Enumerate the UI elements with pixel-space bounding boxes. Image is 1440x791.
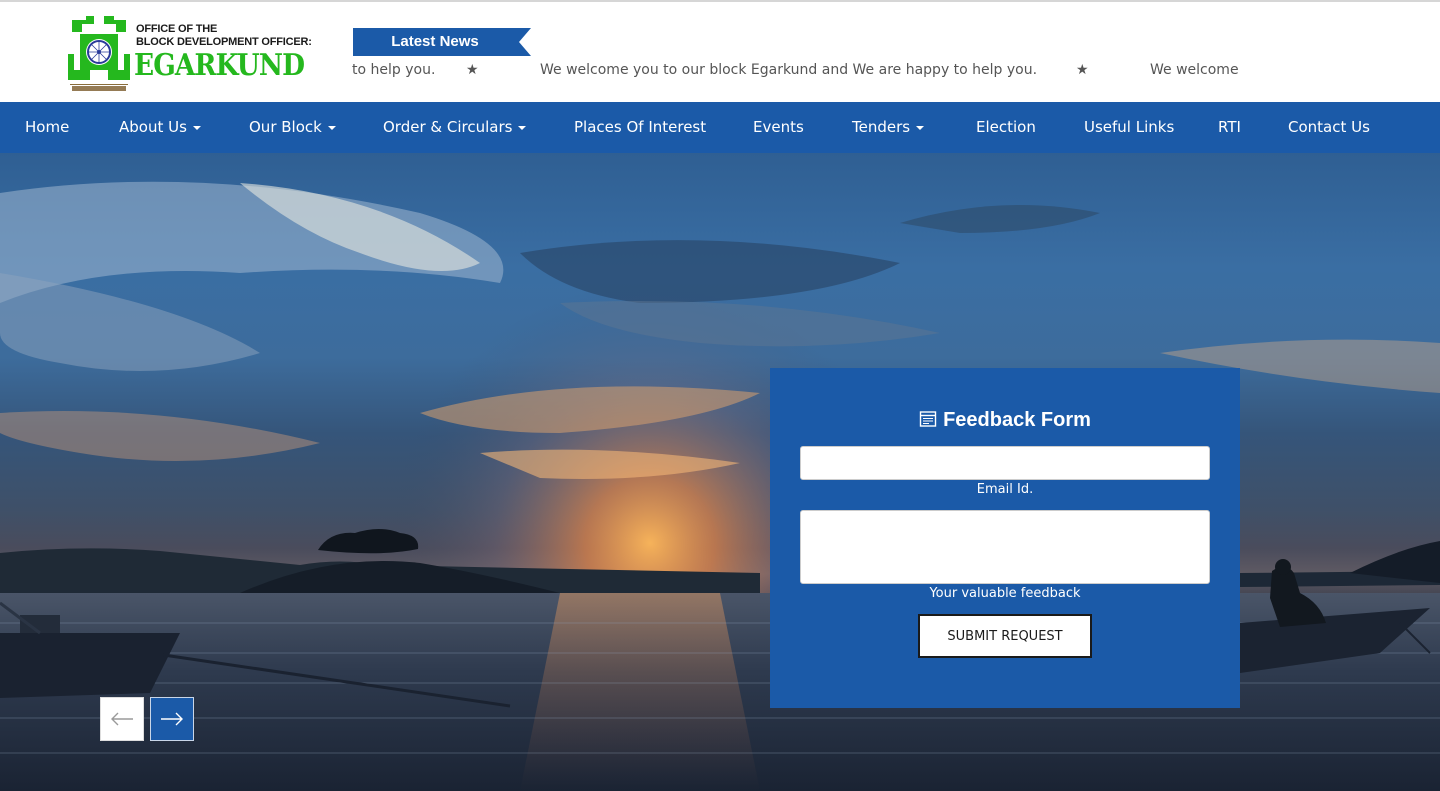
nav-tenders-label: Tenders	[852, 118, 911, 136]
caret-down-icon	[518, 125, 527, 130]
nav-rti[interactable]: RTI	[1218, 102, 1241, 153]
nav-rti-label: RTI	[1218, 118, 1241, 136]
nav-tenders[interactable]: Tenders	[852, 102, 925, 153]
nav-order-circulars-label: Order & Circulars	[383, 118, 513, 136]
nav-events[interactable]: Events	[753, 102, 804, 153]
nav-events-label: Events	[753, 118, 804, 136]
arrow-left-icon	[111, 712, 133, 726]
main-nav: Home About Us Our Block Order & Circular…	[0, 102, 1440, 153]
star-icon: ★	[466, 62, 479, 78]
slider-next-button[interactable]	[150, 697, 194, 741]
latest-news-label: Latest News	[391, 33, 479, 50]
arrow-right-icon	[161, 712, 183, 726]
nav-our-block[interactable]: Our Block	[249, 102, 336, 153]
logo-officer-line: BLOCK DEVELOPMENT OFFICER:	[136, 36, 312, 48]
slider-prev-button[interactable]	[100, 697, 144, 741]
nav-election-label: Election	[976, 118, 1036, 136]
feedback-textarea[interactable]	[800, 510, 1210, 584]
nav-useful-links-label: Useful Links	[1084, 118, 1175, 136]
nav-contact-us-label: Contact Us	[1288, 118, 1370, 136]
logo-office-line: OFFICE OF THE	[136, 23, 218, 35]
site-header: OFFICE OF THE BLOCK DEVELOPMENT OFFICER:…	[0, 0, 1440, 102]
feedback-form-title: Feedback Form	[770, 409, 1240, 432]
caret-down-icon	[916, 125, 925, 130]
ticker-item[interactable]: We welcome	[1150, 62, 1239, 78]
nav-useful-links[interactable]: Useful Links	[1084, 102, 1174, 153]
nav-places-label: Places Of Interest	[574, 118, 707, 136]
ticker-item[interactable]: We welcome you to our block Egarkund and…	[540, 62, 1037, 78]
nav-contact-us[interactable]: Contact Us	[1288, 102, 1370, 153]
caret-down-icon	[327, 125, 336, 130]
nav-our-block-label: Our Block	[249, 118, 322, 136]
jharkhand-emblem-icon	[68, 16, 130, 91]
form-icon	[919, 411, 937, 427]
nav-about-us-label: About Us	[119, 118, 187, 136]
logo-seal-text	[70, 84, 128, 91]
nav-places-of-interest[interactable]: Places Of Interest	[574, 102, 706, 153]
logo-block-name: EGARKUND	[134, 48, 305, 83]
nav-order-circulars[interactable]: Order & Circulars	[383, 102, 527, 153]
latest-news-tag: Latest News	[353, 28, 531, 56]
caret-down-icon	[192, 125, 201, 130]
nav-home[interactable]: Home	[25, 102, 69, 153]
nav-home-label: Home	[25, 118, 70, 136]
feedback-label: Your valuable feedback	[929, 586, 1081, 601]
feedback-form: Feedback Form Email Id. Your valuable fe…	[770, 368, 1240, 708]
email-input[interactable]	[800, 446, 1210, 480]
nav-about-us[interactable]: About Us	[119, 102, 201, 153]
ticker-item[interactable]: to help you.	[352, 62, 435, 78]
feedback-title-text: Feedback Form	[943, 409, 1091, 431]
site-logo[interactable]: OFFICE OF THE BLOCK DEVELOPMENT OFFICER:…	[64, 14, 324, 96]
news-ticker[interactable]: to help you. ★ We welcome you to our blo…	[352, 60, 1252, 84]
email-label: Email Id.	[976, 482, 1034, 497]
nav-election[interactable]: Election	[976, 102, 1036, 153]
hero-slider: Feedback Form Email Id. Your valuable fe…	[0, 153, 1440, 791]
star-icon: ★	[1076, 62, 1089, 78]
submit-request-button[interactable]: SUBMIT REQUEST	[918, 614, 1092, 658]
